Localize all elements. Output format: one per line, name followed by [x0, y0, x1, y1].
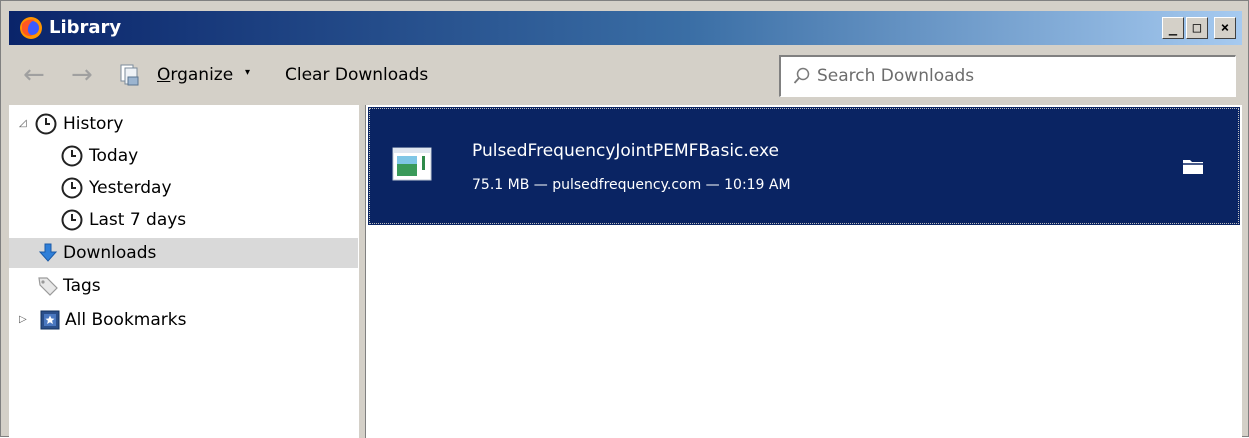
clock-icon [35, 113, 57, 135]
search-box[interactable] [779, 55, 1236, 97]
search-icon [793, 67, 810, 84]
window-title: Library [49, 17, 122, 38]
sidebar-item-all-bookmarks[interactable]: ▷ All Bookmarks [9, 305, 358, 335]
library-window: Library _ □ × ← → Organize ▾ Clear Downl… [0, 0, 1249, 438]
expand-icon[interactable]: ▷ [19, 305, 27, 335]
sidebar-item-label: All Bookmarks [65, 310, 187, 330]
organize-icon [120, 64, 139, 86]
sidebar-item-label: Today [89, 146, 139, 166]
chevron-down-icon[interactable]: ▾ [245, 67, 250, 78]
download-item[interactable]: PulsedFrequencyJointPEMFBasic.exe 75.1 M… [368, 107, 1240, 225]
maximize-button[interactable]: □ [1186, 17, 1208, 39]
title-bar[interactable]: Library _ □ × [9, 11, 1242, 45]
sidebar-item-tags[interactable]: Tags [9, 271, 358, 301]
back-button[interactable]: ← [23, 62, 45, 88]
firefox-icon [20, 17, 42, 39]
collapse-icon[interactable]: ◿ [19, 109, 27, 139]
download-file-name: PulsedFrequencyJointPEMFBasic.exe [472, 141, 779, 161]
bookmarks-icon [40, 310, 60, 330]
sidebar-item-label: History [63, 114, 124, 134]
sidebar-tree: ◿ History Today Yesterday Last 7 days Do… [9, 105, 358, 438]
clock-icon [61, 209, 83, 231]
close-button[interactable]: × [1214, 17, 1236, 39]
forward-button[interactable]: → [71, 62, 93, 88]
toolbar: ← → Organize ▾ Clear Downloads [9, 45, 1242, 105]
sidebar-item-label: Last 7 days [89, 210, 187, 230]
sidebar-item-yesterday[interactable]: Yesterday [9, 173, 358, 203]
downloads-list: PulsedFrequencyJointPEMFBasic.exe 75.1 M… [366, 105, 1242, 438]
sidebar-item-today[interactable]: Today [9, 141, 358, 171]
sidebar-item-label: Downloads [63, 243, 157, 263]
sidebar-item-downloads[interactable]: Downloads [9, 238, 358, 268]
organize-button[interactable]: Organize [157, 65, 233, 85]
sidebar-item-label: Tags [63, 276, 101, 296]
executable-file-icon [392, 147, 432, 181]
tag-icon [38, 277, 58, 296]
clock-icon [61, 177, 83, 199]
minimize-button[interactable]: _ [1162, 17, 1184, 39]
organize-accesskey: O [157, 65, 171, 85]
pane-splitter[interactable] [358, 105, 366, 438]
organize-label: rganize [170, 65, 234, 85]
download-details: 75.1 MB — pulsedfrequency.com — 10:19 AM [472, 177, 791, 193]
sidebar-item-label: Yesterday [89, 178, 172, 198]
download-arrow-icon [38, 243, 58, 262]
sidebar-item-last-7-days[interactable]: Last 7 days [9, 205, 358, 235]
clock-icon [61, 145, 83, 167]
clear-downloads-button[interactable]: Clear Downloads [285, 65, 428, 85]
open-folder-icon[interactable] [1182, 157, 1204, 175]
sidebar-item-history[interactable]: ◿ History [9, 109, 358, 139]
search-input[interactable] [817, 64, 1217, 88]
